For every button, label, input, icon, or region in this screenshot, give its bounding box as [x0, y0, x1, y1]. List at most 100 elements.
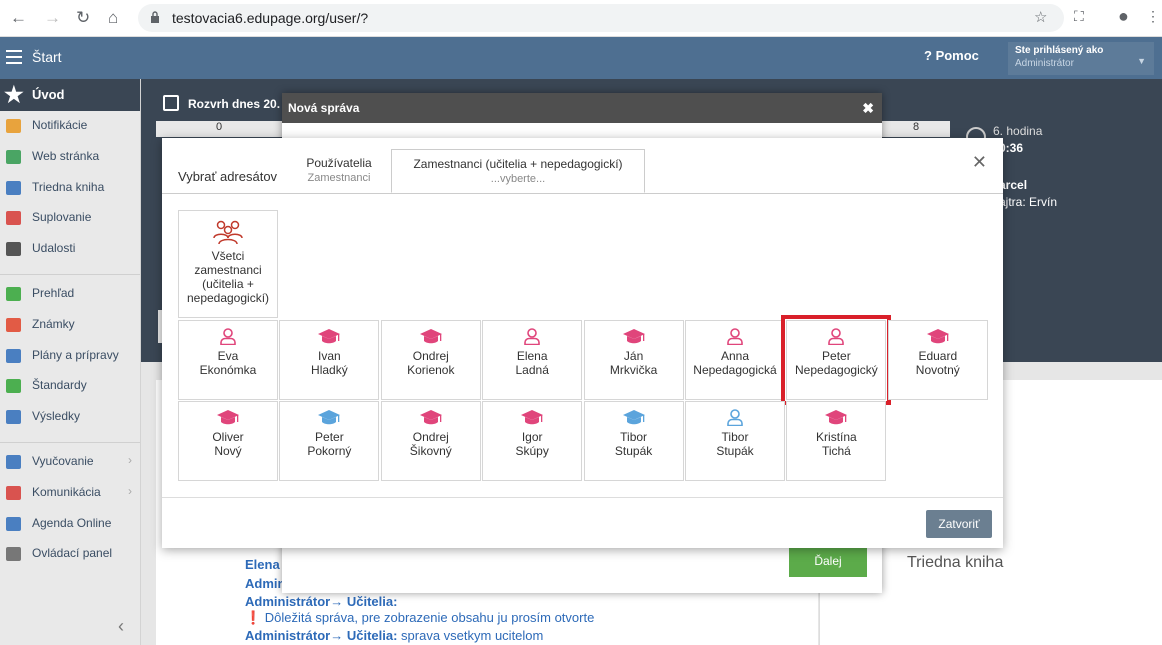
message-row[interactable]: Administrátor→ Učitelia: sprava vsetkym …: [245, 628, 543, 643]
user-menu[interactable]: Ste prihlásený ako Administrátor ▼: [1008, 42, 1154, 75]
url-text: testovacia6.edupage.org/user/?: [172, 10, 369, 26]
recipient-tile[interactable]: Anna Nepedagogická: [685, 320, 785, 400]
back-icon[interactable]: ←: [10, 8, 27, 28]
sidebar-item[interactable]: Triedna kniha: [0, 173, 140, 204]
tab-employees[interactable]: Zamestnanci (učitelia + nepedagogickí) .…: [391, 149, 645, 193]
book-icon: [6, 180, 21, 195]
sidebar-item-label: Štandardy: [32, 378, 87, 393]
recipient-tile[interactable]: Ivan Hladký: [279, 320, 380, 400]
recipient-tile[interactable]: Ján Mrkvička: [583, 320, 684, 400]
close-icon[interactable]: ✕: [972, 152, 987, 173]
help-label: Pomoc: [935, 48, 979, 63]
help-link[interactable]: ? Pomoc: [924, 48, 979, 63]
sidebar-item-label: Prehľad: [32, 285, 75, 300]
message-sender: Administrátor→ Učitelia:: [245, 594, 398, 609]
home-icon[interactable]: ⌂: [108, 8, 118, 28]
message-text: ❗ Dôležitá správa, pre zobrazenie obsahu…: [245, 610, 595, 625]
sidebar-item[interactable]: Plány a prípravy: [0, 341, 140, 372]
recipient-tile[interactable]: Peter Pokorný: [279, 401, 380, 481]
person-outline-icon: [727, 328, 743, 345]
check-circle-icon: [6, 286, 21, 301]
recipient-grid: Všetci zamestnanci (učitelia + nepedagog…: [162, 194, 1003, 498]
lock-icon: [151, 11, 159, 23]
close-button[interactable]: Zatvoriť: [926, 510, 992, 538]
recipient-tile[interactable]: Peter Nepedagogický: [781, 315, 892, 405]
sidebar-item[interactable]: Ovládací panel: [0, 539, 140, 570]
recipient-last-name: Tichá: [821, 444, 851, 458]
triedna-kniha-title: Triedna kniha: [907, 554, 1004, 571]
sidebar-item[interactable]: Známky: [0, 310, 140, 341]
star-icon[interactable]: ☆: [1034, 8, 1047, 26]
sidebar-item[interactable]: Výsledky: [0, 402, 140, 433]
message-row[interactable]: ❗ Dôležitá správa, pre zobrazenie obsahu…: [245, 610, 594, 626]
sidebar-item[interactable]: Prehľad: [0, 279, 140, 310]
lesson-label: 6. hodina: [993, 124, 1043, 138]
sidebar-item-label: Notifikácie: [32, 118, 88, 132]
tab-users-label: Používatelia: [306, 156, 372, 170]
tab-users[interactable]: Používatelia Zamestnanci: [294, 149, 384, 193]
sidebar-item[interactable]: Agenda Online: [0, 509, 140, 540]
menu-dots-icon[interactable]: ⋮: [1146, 8, 1160, 25]
forward-icon[interactable]: →: [44, 8, 61, 28]
sidebar-item[interactable]: Štandardy: [0, 371, 140, 402]
recipient-last-name: Skúpy: [515, 444, 549, 458]
graduation-cap-icon: [318, 329, 341, 344]
message-row[interactable]: Administrátor→ Učitelia:: [245, 594, 397, 609]
recipient-last-name: Hladký: [311, 363, 348, 377]
sidebar-item[interactable]: Komunikácia ›: [0, 478, 140, 509]
sidebar-item[interactable]: Vyučovanie ›: [0, 447, 140, 478]
message-row[interactable]: Elena: [245, 557, 280, 572]
address-bar[interactable]: testovacia6.edupage.org/user/?: [138, 4, 1064, 32]
sidebar: ★ Úvod Notifikácie Web stránka Triedna kni…: [0, 79, 141, 645]
recipient-tile[interactable]: Eduard Novotný: [887, 320, 988, 400]
hamburger-icon[interactable]: [6, 50, 22, 64]
recipient-first-name: Peter: [315, 430, 344, 444]
logged-as-label: Ste prihlásený ako: [1015, 45, 1104, 56]
recipient-tile[interactable]: Tibor Stupák: [685, 401, 785, 481]
recipient-tile[interactable]: Kristína Tichá: [786, 401, 887, 481]
recipient-tile[interactable]: Eva Ekonómka: [178, 320, 278, 400]
group-icon: [213, 220, 243, 245]
teacher-sub: ajtra: Ervín: [999, 195, 1058, 209]
all-employees-tile[interactable]: Všetci zamestnanci (učitelia + nepedagog…: [178, 210, 278, 318]
person-icon: [6, 211, 21, 226]
sidebar-item[interactable]: Web stránka: [0, 142, 140, 173]
collapse-icon[interactable]: ‹: [118, 616, 124, 637]
sidebar-item-label: Triedna kniha: [32, 179, 105, 194]
recipient-first-name: Ondrej: [412, 430, 449, 444]
person-outline-icon: [727, 409, 743, 426]
recipient-tile[interactable]: Tibor Stupák: [583, 401, 684, 481]
sidebar-item-label: Web stránka: [32, 148, 100, 163]
chat-icon: [6, 485, 21, 500]
recipient-tile[interactable]: Ondrej Korienok: [380, 320, 481, 400]
user-name: Administrátor: [1015, 58, 1074, 69]
recipient-dialog: Vybrať adresátov Používatelia Zamestnanc…: [162, 138, 1003, 548]
envelope-icon: [6, 119, 21, 133]
sidebar-item[interactable]: Notifikácie: [0, 111, 140, 142]
sidebar-item[interactable]: Suplovanie: [0, 203, 140, 234]
recipient-first-name: Igor: [521, 430, 543, 444]
message-sender: Admin: [245, 576, 286, 591]
message-row[interactable]: Admin: [245, 576, 285, 591]
sidebar-item-home[interactable]: ★ Úvod: [0, 79, 140, 111]
capture-icon[interactable]: ⛶: [1074, 8, 1084, 25]
close-icon[interactable]: ✖: [862, 100, 874, 117]
reload-icon[interactable]: ↻: [76, 8, 90, 28]
person-outline-icon: [828, 328, 845, 345]
recipient-last-name: Ekonómka: [199, 363, 257, 377]
graduation-cap-icon: [521, 410, 544, 425]
sidebar-item[interactable]: Udalosti: [0, 234, 140, 265]
recipient-tile[interactable]: Elena Ladná: [482, 320, 583, 400]
account-icon[interactable]: ●: [1118, 6, 1129, 27]
shield-icon: [6, 379, 21, 394]
start-menu[interactable]: Štart: [32, 49, 62, 65]
sidebar-item-label: Agenda Online: [32, 515, 112, 530]
recipient-last-name: Pokorný: [307, 444, 352, 458]
recipient-tile[interactable]: Igor Skúpy: [482, 401, 583, 481]
recipient-tile[interactable]: Oliver Nový: [178, 401, 278, 481]
recipient-tile[interactable]: Ondrej Šikovný: [380, 401, 481, 481]
next-button[interactable]: Ďalej: [789, 546, 867, 577]
new-message-header: Nová správa ✖: [282, 93, 882, 123]
recipient-last-name: Korienok: [407, 363, 455, 377]
tab-employees-label: Zamestnanci (učitelia + nepedagogickí): [413, 157, 623, 171]
